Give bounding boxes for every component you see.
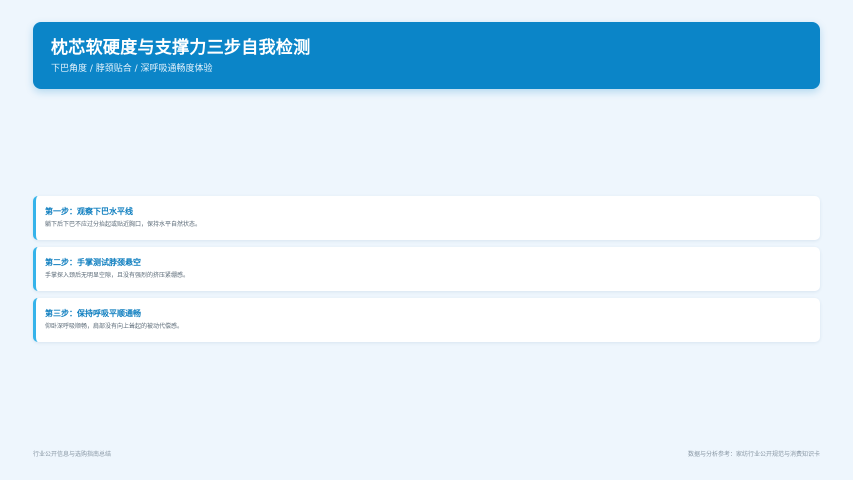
footer-source: 数据与分析参考：家纺行业公开规范与消费知识卡 <box>687 451 820 458</box>
page-title: 枕芯软硬度与支撑力三步自我检测 <box>51 38 311 58</box>
step-description: 躺下后下巴不应过分抬起或贴近胸口，保持水平自然状态。 <box>45 221 202 228</box>
page: 枕芯软硬度与支撑力三步自我检测 下巴角度 / 脖颈贴合 / 深呼吸通畅度体验 第… <box>0 0 853 480</box>
step-card-2: 第二步：手掌测试脖颈悬空 手掌探入颈后无明显空隙，且没有强烈的挤压紧绷感。 <box>33 247 820 291</box>
step-title: 第一步：观察下巴水平线 <box>45 207 133 216</box>
step-list: 第一步：观察下巴水平线 躺下后下巴不应过分抬起或贴近胸口，保持水平自然状态。 第… <box>33 196 820 349</box>
step-card-1: 第一步：观察下巴水平线 躺下后下巴不应过分抬起或贴近胸口，保持水平自然状态。 <box>33 196 820 240</box>
page-subtitle: 下巴角度 / 脖颈贴合 / 深呼吸通畅度体验 <box>51 64 213 74</box>
step-title: 第二步：手掌测试脖颈悬空 <box>45 258 141 267</box>
step-description: 仰卧深呼吸顺畅，肩部没有向上耸起的被动代偿感。 <box>45 323 184 330</box>
step-description: 手掌探入颈后无明显空隙，且没有强烈的挤压紧绷感。 <box>45 272 190 279</box>
footer-note: 行业公开信息与选购指南总结 <box>33 451 112 458</box>
step-card-3: 第三步：保持呼吸平顺通畅 仰卧深呼吸顺畅，肩部没有向上耸起的被动代偿感。 <box>33 298 820 342</box>
header-banner: 枕芯软硬度与支撑力三步自我检测 下巴角度 / 脖颈贴合 / 深呼吸通畅度体验 <box>33 22 820 89</box>
step-title: 第三步：保持呼吸平顺通畅 <box>45 309 141 318</box>
